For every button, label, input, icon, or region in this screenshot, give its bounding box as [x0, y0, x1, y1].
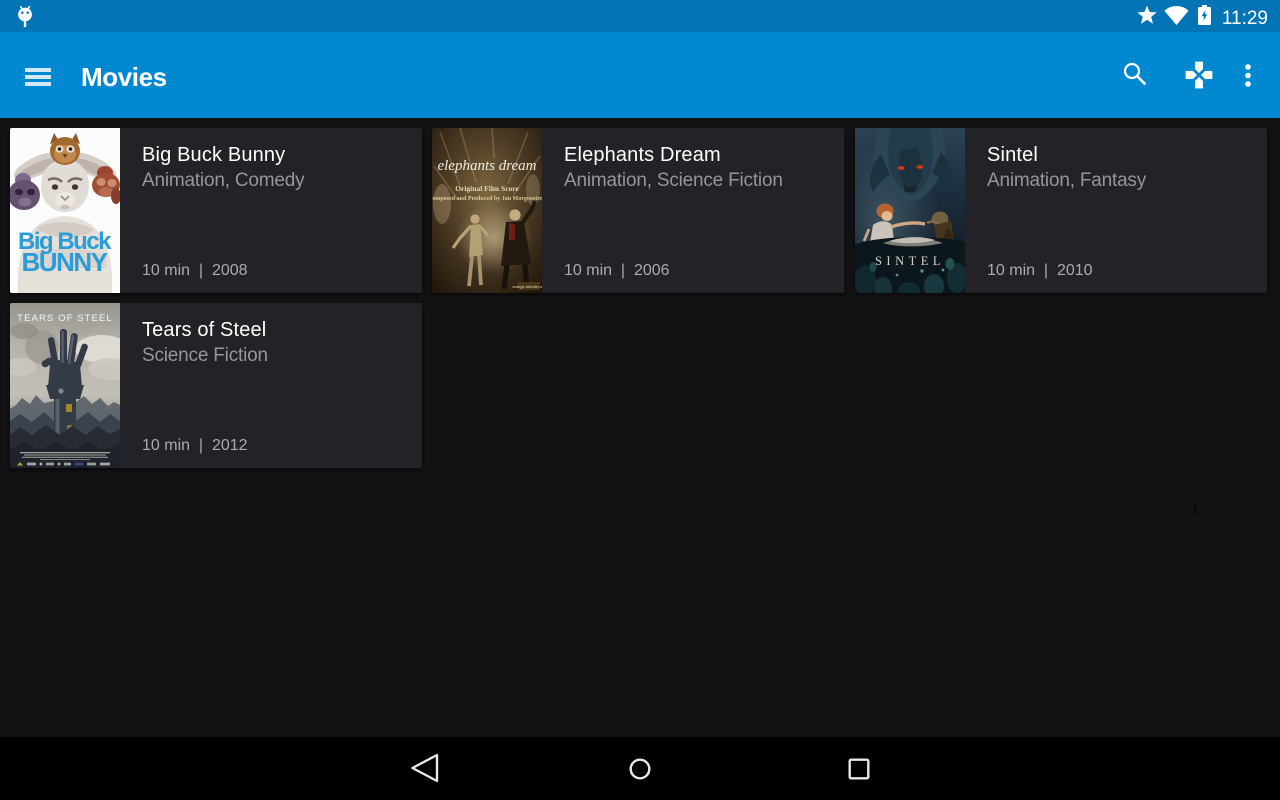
svg-text:elephants dream: elephants dream — [437, 158, 536, 174]
svg-text:orange.blender.org: orange.blender.org — [512, 284, 542, 289]
svg-text:BUNNY: BUNNY — [22, 247, 108, 277]
svg-text:TEARS OF STEEL: TEARS OF STEEL — [17, 313, 113, 324]
svg-text:Composed and Produced by Jan M: Composed and Produced by Jan Morgenstern — [432, 196, 542, 202]
svg-text:SINTEL: SINTEL — [875, 254, 945, 268]
svg-text:Original Film Score: Original Film Score — [455, 184, 519, 193]
